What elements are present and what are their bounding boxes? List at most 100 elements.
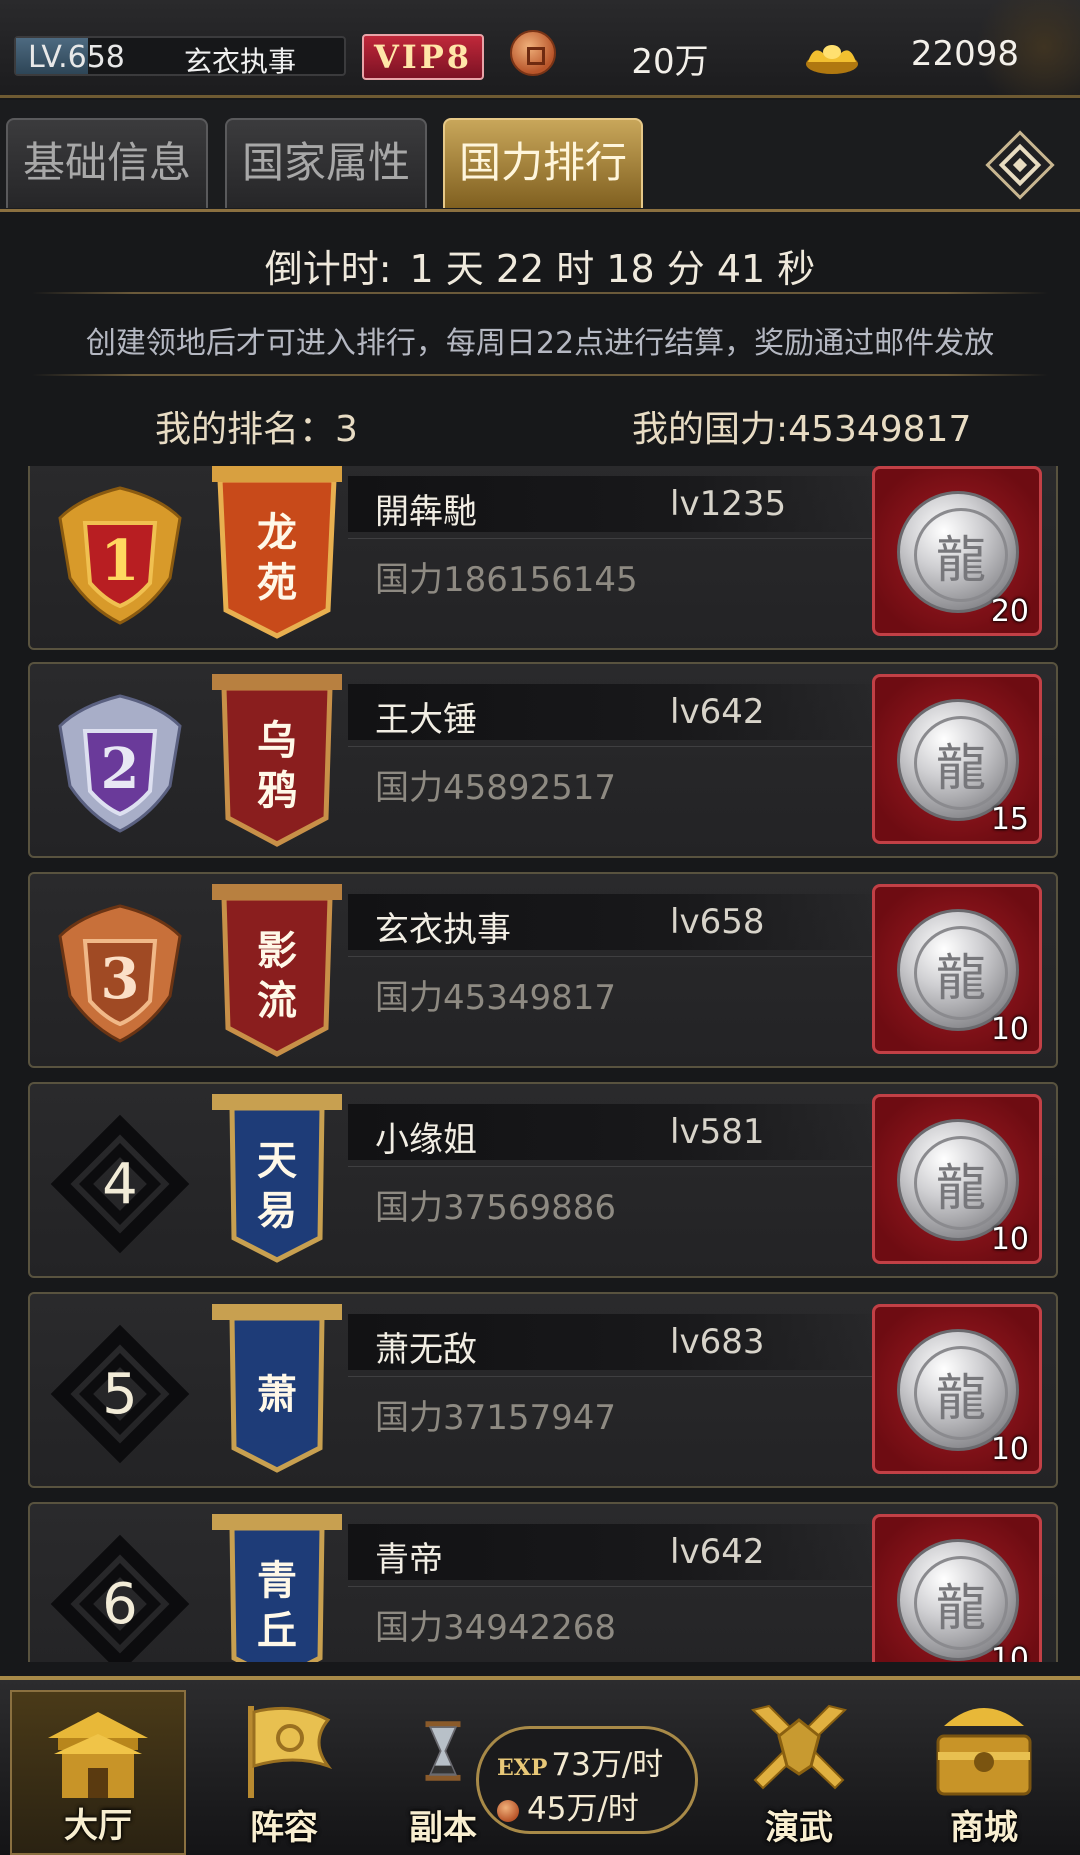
palace-icon (48, 1712, 148, 1798)
treasure-chest-icon (936, 1708, 1032, 1796)
player-level: lv642 (670, 1532, 765, 1572)
exp-rate: EXP 73万/时 (497, 1739, 663, 1784)
clan-banner-icon (212, 1304, 342, 1473)
reward-item[interactable]: 10 (872, 1304, 1042, 1474)
clan-banner-icon (212, 1514, 342, 1662)
coin-rate-value: 45万/时 (527, 1791, 639, 1827)
nav-hall[interactable]: 大厅 (10, 1690, 186, 1855)
player-level: lv1235 (670, 484, 787, 524)
reward-item[interactable]: 10 (872, 1514, 1042, 1662)
divider-bottom (32, 374, 1048, 376)
menu-diamond-icon[interactable] (985, 130, 1055, 200)
reward-item[interactable]: 20 (872, 466, 1042, 636)
player-name: 王大锤 (375, 700, 477, 740)
ranking-row[interactable]: 6 青 丘 青帝 lv642 国力34942268 10 (28, 1502, 1058, 1662)
top-status-bar: LV.658 玄衣执事 VIP8 20万 22098 (0, 0, 1080, 98)
level-label: LV.658 (28, 40, 125, 75)
countdown-value: 1 天 22 时 18 分 41 秒 (409, 247, 816, 291)
crossed-swords-icon (750, 1704, 848, 1790)
copper-coin-icon (510, 30, 556, 76)
rank-number-text: 6 (102, 1572, 138, 1637)
nav-hall-label: 大厅 (64, 1806, 132, 1846)
player-power: 国力45892517 (375, 768, 617, 808)
gold-ingot-icon (806, 45, 858, 74)
row-divider (348, 746, 888, 747)
bottom-nav: 大厅 阵容 副本 EXP 73万/时 45万/时 演武 商城 (0, 1676, 1080, 1855)
player-name: 開犇馳 (375, 492, 477, 532)
hourglass-icon (425, 1721, 461, 1781)
tab-bar: 基础信息 国家属性 国力排行 (0, 100, 1080, 212)
rank-number-text: 4 (102, 1152, 138, 1217)
tab-power-ranking[interactable]: 国力排行 (443, 118, 643, 208)
player-name: 萧无敌 (375, 1330, 477, 1370)
ranking-row[interactable]: 1 龙 苑 開犇馳 lv1235 国力186156145 20 (28, 466, 1058, 650)
player-power: 国力45349817 (375, 978, 617, 1018)
idle-income-box[interactable]: EXP 73万/时 45万/时 (476, 1726, 698, 1834)
countdown-label: 倒计时: (264, 247, 392, 291)
vip-badge[interactable]: VIP8 (362, 34, 484, 80)
my-rank: 我的排名：3 (155, 409, 358, 450)
tab-nation-attributes[interactable]: 国家属性 (225, 118, 427, 208)
rank-number: 4 (50, 1114, 190, 1254)
row-divider (348, 1166, 888, 1167)
ranking-row[interactable]: 3 影 流 玄衣执事 lv658 国力45349817 10 (28, 872, 1058, 1068)
tab-basic-info[interactable]: 基础信息 (6, 118, 208, 208)
player-name: 玄衣执事 (184, 45, 297, 78)
nav-shop[interactable]: 商城 (896, 1690, 1072, 1855)
reward-item[interactable]: 15 (872, 674, 1042, 844)
player-level: lv581 (670, 1112, 765, 1152)
medal-rank-text: 3 (101, 946, 140, 1012)
level-bar[interactable]: LV.658 玄衣执事 (14, 36, 346, 78)
divider-top (32, 292, 1048, 294)
countdown-timer: 倒计时: 1 天 22 时 18 分 41 秒 (0, 238, 1080, 293)
player-level: lv683 (670, 1322, 765, 1362)
player-name: 青帝 (375, 1540, 443, 1580)
my-power: 我的国力:45349817 (632, 409, 972, 450)
nav-dungeon-label: 副本 (409, 1808, 477, 1848)
ranking-row[interactable]: 5 萧 萧无敌 lv683 国力37157947 10 (28, 1292, 1058, 1488)
exp-rate-value: 73万/时 (551, 1747, 664, 1783)
reward-count: 15 (990, 802, 1029, 837)
ranking-row[interactable]: 2 乌 鸦 王大锤 lv642 国力45892517 15 (28, 662, 1058, 858)
player-level: lv642 (670, 692, 765, 732)
nav-shop-label: 商城 (950, 1808, 1018, 1848)
reward-count: 10 (990, 1642, 1029, 1662)
ranking-row[interactable]: 4 天 易 小缘姐 lv581 国力37569886 10 (28, 1082, 1058, 1278)
silver-medal-icon: 2 (58, 694, 182, 833)
player-power: 国力37157947 (375, 1398, 617, 1438)
ranking-notice: 创建领地后才可进入排行，每周日22点进行结算，奖励通过邮件发放 (85, 326, 995, 361)
coin-amount: 20万 (631, 42, 709, 82)
gold-medal-icon: 1 (58, 486, 182, 625)
clan-banner-icon (212, 1094, 342, 1263)
reward-count: 10 (990, 1012, 1029, 1047)
medal-rank-text: 1 (101, 528, 140, 594)
row-divider (348, 538, 888, 539)
reward-item[interactable]: 10 (872, 1094, 1042, 1264)
exp-tag: EXP (497, 1755, 548, 1781)
rank-number-text: 5 (102, 1362, 138, 1427)
reward-item[interactable]: 10 (872, 884, 1042, 1054)
player-level: lv658 (670, 902, 765, 942)
nav-team[interactable]: 阵容 (200, 1690, 368, 1855)
nav-team-label: 阵容 (250, 1808, 318, 1848)
copper-coin-icon (497, 1799, 519, 1822)
clan-banner-icon (212, 674, 342, 847)
rank-number: 5 (50, 1324, 190, 1464)
rank-number: 6 (50, 1534, 190, 1662)
reward-count: 10 (990, 1432, 1029, 1467)
row-divider (348, 1376, 888, 1377)
row-divider (348, 1586, 888, 1587)
nav-duel[interactable]: 演武 (716, 1690, 882, 1855)
clan-banner-icon (212, 466, 342, 639)
gold-amount: 22098 (910, 34, 1020, 74)
player-name: 玄衣执事 (375, 910, 511, 950)
nav-duel-label: 演武 (765, 1808, 833, 1848)
player-power: 国力37569886 (375, 1188, 617, 1228)
medal-rank-text: 2 (101, 736, 140, 802)
player-power: 国力34942268 (375, 1608, 617, 1648)
player-name: 小缘姐 (375, 1120, 477, 1160)
player-power: 国力186156145 (375, 560, 638, 600)
war-flag-icon (248, 1706, 333, 1798)
bronze-medal-icon: 3 (58, 904, 182, 1043)
ranking-list[interactable]: 1 龙 苑 開犇馳 lv1235 国力186156145 20 2 (0, 466, 1080, 1662)
